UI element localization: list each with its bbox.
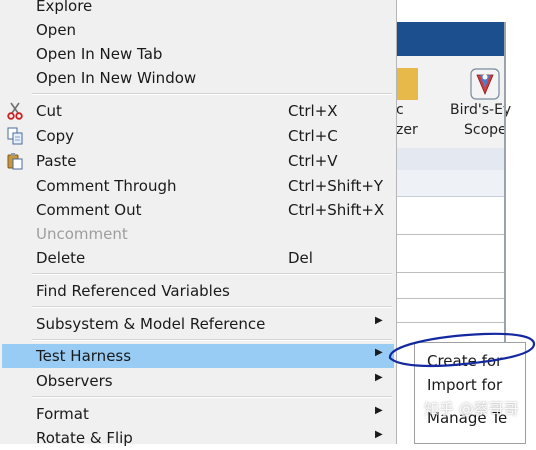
menu-item-label: Paste — [36, 152, 77, 170]
submenu-arrow-icon: ▶ — [375, 372, 383, 383]
app-tool-label[interactable]: zer — [396, 122, 418, 138]
canvas-line — [396, 272, 506, 273]
menu-item-find-referenced-variables[interactable]: Find Referenced Variables — [2, 279, 394, 303]
submenu-arrow-icon: ▶ — [375, 429, 383, 440]
menu-separator — [32, 396, 392, 398]
submenu-arrow-icon: ▶ — [375, 315, 383, 326]
canvas-line — [396, 322, 506, 323]
menu-item-label: Delete — [36, 249, 86, 267]
menu-item-label: Open In New Window — [36, 69, 197, 87]
menu-item-uncomment[interactable]: Uncomment — [2, 222, 394, 246]
submenu-item-import-for[interactable]: Import for — [427, 376, 502, 394]
canvas-line — [396, 234, 506, 235]
menu-item-comment-through[interactable]: Comment Through Ctrl+Shift+Y — [2, 174, 394, 198]
app-tool-icon[interactable] — [396, 68, 418, 100]
birds-eye-scope-icon[interactable] — [470, 68, 500, 100]
menu-item-label: Format — [36, 405, 89, 423]
menu-separator — [32, 306, 392, 308]
menu-item-test-harness[interactable]: Test Harness ▶ — [2, 344, 394, 368]
copy-icon — [7, 127, 23, 145]
scissors-icon — [7, 102, 23, 120]
menu-item-copy[interactable]: Copy Ctrl+C — [2, 124, 394, 148]
menu-item-open-in-new-tab[interactable]: Open In New Tab — [2, 42, 394, 66]
menu-item-shortcut: Ctrl+Shift+X — [288, 201, 385, 219]
menu-item-shortcut: Ctrl+C — [288, 127, 338, 145]
test-harness-submenu: Create for Import for Manage Te — [414, 342, 526, 444]
menu-item-rotate-flip[interactable]: Rotate & Flip ▶ — [2, 426, 394, 450]
menu-item-delete[interactable]: Delete Del — [2, 246, 394, 270]
menu-separator — [32, 93, 392, 95]
menu-item-shortcut: Ctrl+X — [288, 102, 338, 120]
menu-item-shortcut: Del — [288, 249, 313, 267]
menu-item-label: Copy — [36, 127, 75, 145]
submenu-arrow-icon: ▶ — [375, 405, 383, 416]
menu-item-label: Comment Through — [36, 177, 177, 195]
menu-item-open-in-new-window[interactable]: Open In New Window — [2, 66, 394, 90]
birds-eye-scope-label[interactable]: Bird's-Ey — [450, 102, 511, 118]
menu-item-label: Comment Out — [36, 201, 142, 219]
menu-separator — [32, 273, 392, 275]
breadcrumb-bar — [396, 148, 506, 171]
menu-item-observers[interactable]: Observers ▶ — [2, 369, 394, 393]
menu-item-shortcut: Ctrl+V — [288, 152, 338, 170]
watermark: 知乎 @蔡哥哥 — [424, 400, 519, 418]
menu-item-label: Open — [36, 21, 77, 39]
menu-item-label: Explore — [36, 0, 93, 15]
app-tool-label[interactable]: c — [396, 102, 404, 118]
menu-item-label: Observers — [36, 372, 113, 390]
menu-item-explore[interactable]: Explore — [2, 0, 394, 18]
explorer-bar — [396, 170, 506, 197]
submenu-item-create-for[interactable]: Create for — [427, 352, 502, 370]
canvas-line — [396, 298, 506, 299]
paste-icon — [7, 153, 23, 170]
menu-item-paste[interactable]: Paste Ctrl+V — [2, 149, 394, 173]
menu-item-label: Rotate & Flip — [36, 429, 133, 447]
menu-item-label: Find Referenced Variables — [36, 282, 230, 300]
menu-item-label: Open In New Tab — [36, 45, 163, 63]
menu-item-open[interactable]: Open — [2, 18, 394, 42]
submenu-arrow-icon: ▶ — [375, 347, 383, 358]
menu-item-cut[interactable]: Cut Ctrl+X — [2, 99, 394, 123]
menu-item-label: Uncomment — [36, 225, 128, 243]
menu-item-label: Cut — [36, 102, 62, 120]
context-menu: Explore Open Open In New Tab Open In New… — [0, 0, 397, 447]
birds-eye-scope-label[interactable]: Scope — [464, 122, 507, 138]
window-title-bar — [396, 22, 506, 56]
menu-separator — [32, 339, 392, 341]
menu-item-format[interactable]: Format ▶ — [2, 402, 394, 426]
menu-item-subsystem-model-reference[interactable]: Subsystem & Model Reference ▶ — [2, 312, 394, 336]
menu-item-comment-out[interactable]: Comment Out Ctrl+Shift+X — [2, 198, 394, 222]
menu-item-label: Subsystem & Model Reference — [36, 315, 266, 333]
menu-item-shortcut: Ctrl+Shift+Y — [288, 177, 384, 195]
menu-item-label: Test Harness — [36, 347, 132, 365]
